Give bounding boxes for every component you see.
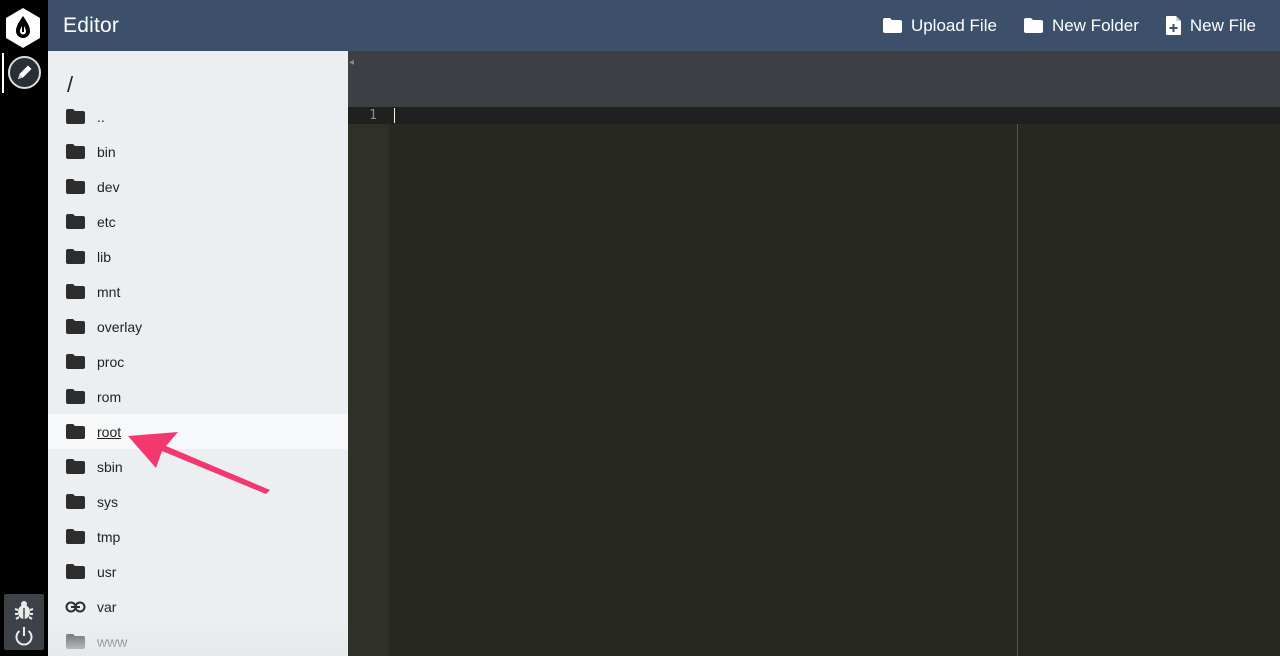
file-name: usr xyxy=(97,563,117,580)
folder-icon xyxy=(65,108,86,125)
new-folder-label: New Folder xyxy=(1051,15,1139,35)
file-row-tmp[interactable]: tmp xyxy=(48,519,348,554)
rail-bottom-group xyxy=(4,594,44,650)
line-number: 1 xyxy=(369,108,377,123)
folder-icon xyxy=(65,143,86,160)
file-row-usr[interactable]: usr xyxy=(48,554,348,589)
file-row-mnt[interactable]: mnt xyxy=(48,274,348,309)
file-name: bin xyxy=(97,143,116,160)
file-name: lib xyxy=(97,248,112,265)
active-line-highlight xyxy=(348,107,1280,124)
folder-icon xyxy=(65,178,86,195)
new-file-button[interactable]: New File xyxy=(1165,15,1256,36)
page-title: Editor xyxy=(63,14,120,37)
file-row-root[interactable]: root xyxy=(48,414,348,449)
app-window: Editor Upload File New Folder New File /… xyxy=(0,0,1280,656)
editor-nav-button[interactable] xyxy=(2,53,44,93)
folder-icon xyxy=(65,248,86,265)
link-icon xyxy=(65,598,86,615)
file-name: tmp xyxy=(97,528,121,545)
editor-tab-bar: ◂ xyxy=(348,51,1280,107)
new-folder-button[interactable]: New Folder xyxy=(1023,16,1139,36)
file-row-sbin[interactable]: sbin xyxy=(48,449,348,484)
file-row-dev[interactable]: dev xyxy=(48,169,348,204)
left-rail xyxy=(0,0,48,656)
file-name: mnt xyxy=(97,283,121,300)
folder-icon xyxy=(65,318,86,335)
file-row-etc[interactable]: etc xyxy=(48,204,348,239)
power-icon[interactable] xyxy=(13,625,35,647)
top-header: Editor Upload File New Folder New File xyxy=(48,0,1280,51)
file-list: .. bin dev etc lib mnt overlay proc rom root sbin s… xyxy=(48,99,348,656)
file-name: etc xyxy=(97,213,116,230)
folder-icon xyxy=(65,493,86,510)
file-name: var xyxy=(97,598,117,615)
folder-icon xyxy=(1023,18,1043,33)
folder-icon xyxy=(65,388,86,405)
folder-icon xyxy=(65,458,86,475)
tab-marker-icon: ◂ xyxy=(349,57,355,68)
file-row-rom[interactable]: rom xyxy=(48,379,348,414)
upload-file-label: Upload File xyxy=(910,15,997,35)
folder-icon xyxy=(65,353,86,370)
file-name: overlay xyxy=(97,318,143,335)
file-name: .. xyxy=(97,108,105,125)
bug-icon[interactable] xyxy=(13,599,35,621)
file-row-sys[interactable]: sys xyxy=(48,484,348,519)
file-row-proc[interactable]: proc xyxy=(48,344,348,379)
file-plus-icon xyxy=(1165,16,1181,35)
file-name: sbin xyxy=(97,458,123,475)
file-name: dev xyxy=(97,178,120,195)
file-name: root xyxy=(97,423,122,440)
file-browser-panel: / .. bin dev etc lib mnt overlay proc rom root sbi… xyxy=(48,51,348,656)
code-editor[interactable]: 1 xyxy=(348,107,1280,656)
file-row-lib[interactable]: lib xyxy=(48,239,348,274)
file-name: sys xyxy=(97,493,118,510)
file-name: rom xyxy=(97,388,122,405)
folder-icon xyxy=(65,528,86,545)
file-row-bin[interactable]: bin xyxy=(48,134,348,169)
folder-icon xyxy=(882,18,902,33)
print-margin xyxy=(1017,124,1018,656)
folder-icon xyxy=(65,213,86,230)
file-name: proc xyxy=(97,353,125,370)
folder-icon xyxy=(65,563,86,580)
header-actions: Upload File New Folder New File xyxy=(882,0,1256,51)
upload-file-button[interactable]: Upload File xyxy=(882,16,997,36)
pencil-icon xyxy=(8,56,41,89)
current-path: / xyxy=(67,72,74,97)
app-logo-icon[interactable] xyxy=(4,7,42,49)
text-cursor xyxy=(394,108,395,123)
folder-icon xyxy=(65,423,86,440)
file-row-overlay[interactable]: overlay xyxy=(48,309,348,344)
new-file-label: New File xyxy=(1189,15,1256,35)
panel-bottom-fade xyxy=(48,616,348,656)
folder-icon xyxy=(65,283,86,300)
line-gutter xyxy=(348,107,389,656)
file-row-parent[interactable]: .. xyxy=(48,99,348,134)
